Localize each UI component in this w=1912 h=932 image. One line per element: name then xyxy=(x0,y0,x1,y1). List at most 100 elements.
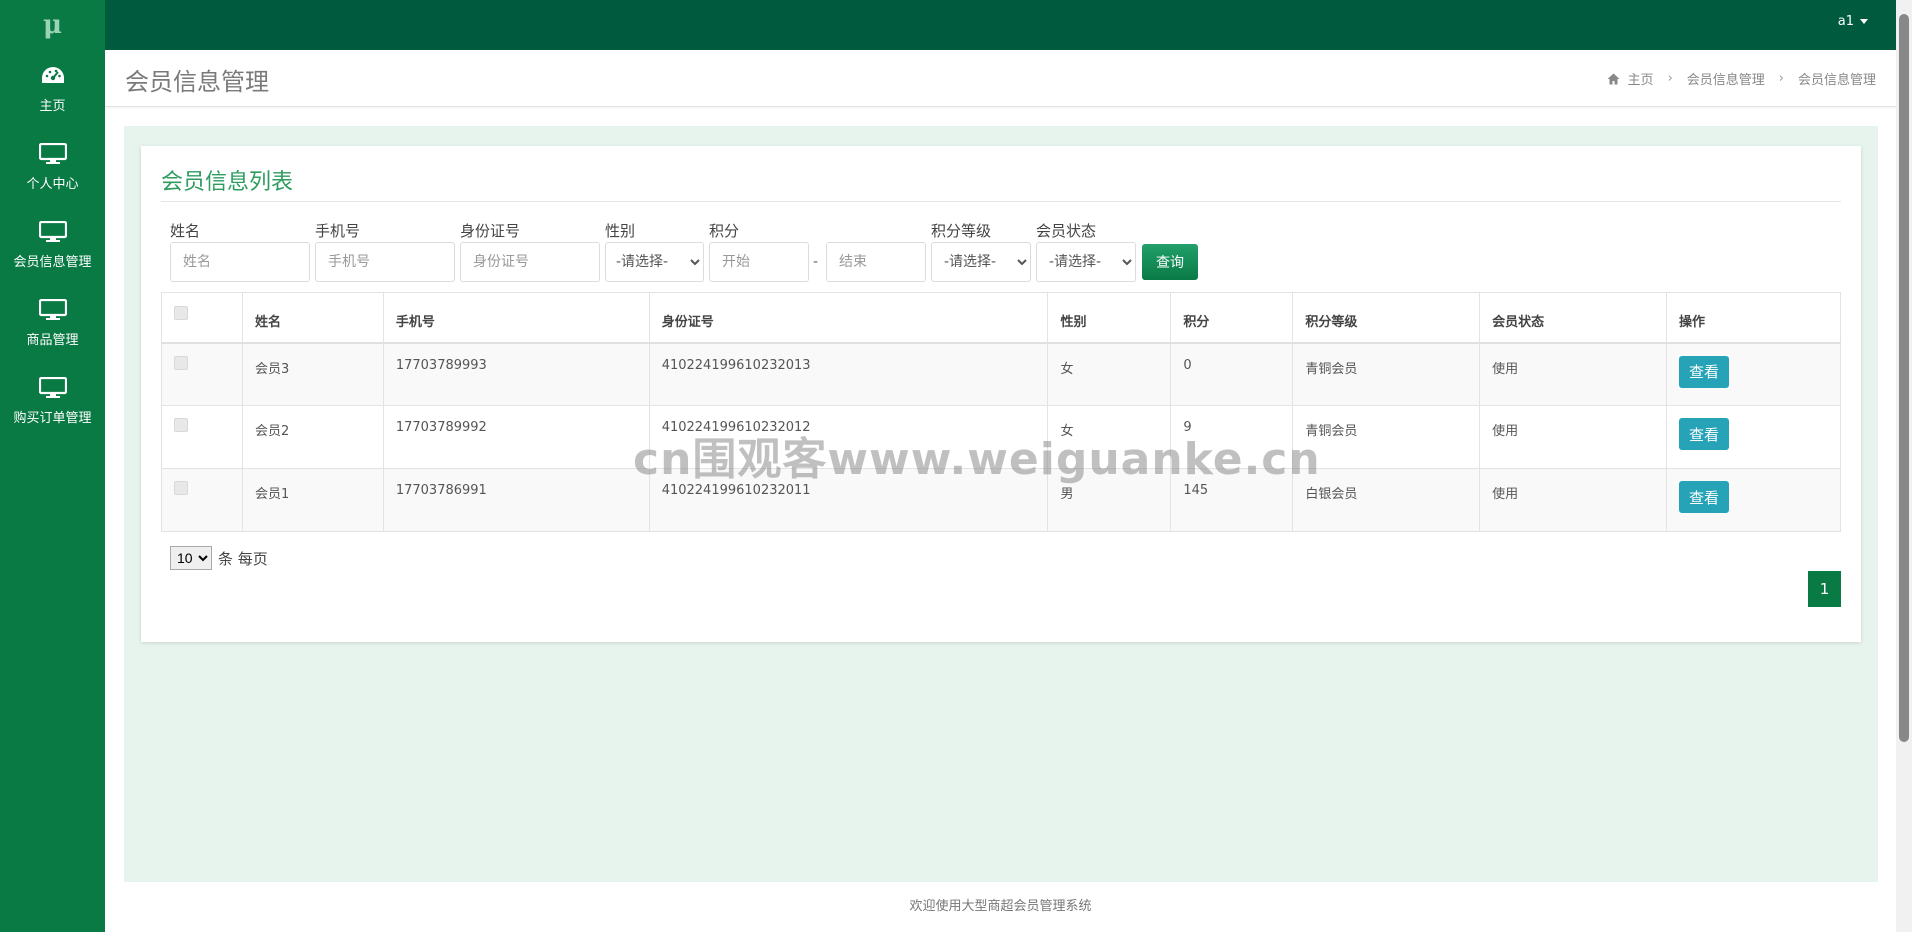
filter-points-start: 积分 xyxy=(709,220,809,282)
page-size-label: 条 每页 xyxy=(218,549,268,568)
status-select[interactable]: -请选择- xyxy=(1036,242,1136,282)
cell-phone: 17703789992 xyxy=(382,405,650,469)
cell-name: 会员1 xyxy=(241,468,384,532)
phone-input[interactable] xyxy=(315,242,455,282)
column-header[interactable]: 手机号 xyxy=(382,292,650,344)
monitor-icon xyxy=(38,142,67,164)
cell-points: 145 xyxy=(1170,468,1294,532)
cell-points: 9 xyxy=(1170,405,1294,469)
filter-idcard-label: 身份证号 xyxy=(460,222,521,240)
monitor-icon xyxy=(38,376,67,398)
sidebar-item-label: 商品管理 xyxy=(26,332,79,348)
sidebar-item-home[interactable]: 主页 xyxy=(0,50,105,128)
cell-name: 会员2 xyxy=(241,405,384,469)
view-button[interactable]: 查看 xyxy=(1679,481,1730,513)
cell-level: 青铜会员 xyxy=(1292,405,1481,469)
column-header[interactable]: 会员状态 xyxy=(1479,292,1668,344)
filter-name: 姓名 xyxy=(170,220,310,282)
card-title: 会员信息列表 xyxy=(161,170,294,195)
sidebar-item-label: 会员信息管理 xyxy=(13,254,92,270)
sidebar-item-label: 主页 xyxy=(39,98,66,114)
chevron-right-icon: › xyxy=(1667,71,1673,86)
breadcrumb-current: 会员信息管理 xyxy=(1797,73,1876,88)
page-size-control: 10 条 每页 xyxy=(170,546,268,570)
home-icon xyxy=(1607,73,1620,84)
breadcrumb-home[interactable]: 主页 xyxy=(1628,69,1654,88)
cell-level: 青铜会员 xyxy=(1292,342,1481,406)
sidebar-item-products[interactable]: 商品管理 xyxy=(0,284,105,362)
vertical-scrollbar[interactable] xyxy=(1896,0,1912,932)
gender-select[interactable]: -请选择- xyxy=(605,242,704,282)
sidebar-item-label: 购买订单管理 xyxy=(13,410,92,426)
column-header[interactable]: 积分 xyxy=(1170,292,1294,344)
level-select[interactable]: -请选择- xyxy=(931,242,1031,282)
monitor-icon xyxy=(38,220,67,242)
filter-points-end xyxy=(826,220,926,282)
page-title: 会员信息管理 xyxy=(125,68,269,96)
filter-points-label: 积分 xyxy=(709,222,740,240)
select-all-cell xyxy=(161,292,243,344)
sidebar-item-profile[interactable]: 个人中心 xyxy=(0,128,105,206)
filter-level: 积分等级 -请选择- xyxy=(931,220,1031,282)
scrollbar-thumb[interactable] xyxy=(1899,14,1909,742)
cell-phone: 17703789993 xyxy=(382,342,650,406)
filter-name-label: 姓名 xyxy=(170,222,201,240)
dashboard-icon xyxy=(41,66,64,83)
points-start-input[interactable] xyxy=(709,242,809,282)
column-header: 操作 xyxy=(1666,292,1841,344)
breadcrumb-section[interactable]: 会员信息管理 xyxy=(1687,69,1765,88)
user-name: a1 xyxy=(1837,14,1854,29)
row-checkbox[interactable] xyxy=(174,481,188,495)
logo: μ xyxy=(42,10,63,40)
pagination-page-1[interactable]: 1 xyxy=(1808,571,1841,607)
divider xyxy=(161,201,1841,202)
cell-gender: 女 xyxy=(1047,405,1172,469)
sidebar-item-members[interactable]: 会员信息管理 xyxy=(0,206,105,284)
page-size-select[interactable]: 10 xyxy=(170,546,212,570)
cell-status: 使用 xyxy=(1479,468,1668,532)
search-button[interactable]: 查询 xyxy=(1142,244,1198,280)
idcard-input[interactable] xyxy=(460,242,600,282)
column-header[interactable]: 身份证号 xyxy=(648,292,1049,344)
sidebar-item-label: 个人中心 xyxy=(26,176,79,192)
cell-action: 查看 xyxy=(1666,468,1841,532)
page-header: 会员信息管理 主页 › 会员信息管理 › 会员信息管理 xyxy=(105,50,1896,107)
row-select-cell xyxy=(161,342,243,406)
cell-points: 0 xyxy=(1170,342,1294,406)
column-header[interactable]: 性别 xyxy=(1047,292,1172,344)
filter-gender-label: 性别 xyxy=(605,222,636,240)
footer: 欢迎使用大型商超会员管理系统 xyxy=(105,882,1896,932)
points-end-input[interactable] xyxy=(826,242,926,282)
filter-phone: 手机号 xyxy=(315,220,455,282)
filter-phone-label: 手机号 xyxy=(315,222,361,240)
sidebar: μ 主页 个人中心 会员信息管理 商品管理 购买订单管理 xyxy=(0,0,105,932)
row-checkbox[interactable] xyxy=(174,355,188,370)
column-header[interactable]: 积分等级 xyxy=(1292,292,1481,344)
view-button[interactable]: 查看 xyxy=(1679,418,1730,450)
filter-points-end-spacer xyxy=(826,220,926,240)
row-checkbox[interactable] xyxy=(174,418,188,432)
table-row: 会员2 17703789992 410224199610232012 女 9 青… xyxy=(161,405,1841,469)
cell-name: 会员3 xyxy=(241,342,384,406)
sidebar-item-orders[interactable]: 购买订单管理 xyxy=(0,362,105,440)
breadcrumb: 主页 › 会员信息管理 › 会员信息管理 xyxy=(1607,69,1876,88)
cell-gender: 女 xyxy=(1047,342,1172,406)
filter-status: 会员状态 -请选择- xyxy=(1036,220,1136,282)
row-select-cell xyxy=(161,468,243,532)
monitor-icon xyxy=(38,298,67,320)
view-button[interactable]: 查看 xyxy=(1679,355,1730,388)
cell-level: 白银会员 xyxy=(1292,468,1481,532)
cell-phone: 17703786991 xyxy=(382,468,650,532)
topbar: a1 xyxy=(105,0,1912,50)
member-list-card: 会员信息列表 姓名 手机号 身份证号 性别 -请选择- 积分 - 积分等级 -请… xyxy=(141,146,1861,642)
cell-idcard: 410224199610232012 xyxy=(648,405,1049,469)
column-header[interactable]: 姓名 xyxy=(241,292,384,344)
user-menu[interactable]: a1 xyxy=(1838,14,1868,29)
cell-action: 查看 xyxy=(1666,405,1841,469)
filter-level-label: 积分等级 xyxy=(931,222,992,240)
name-input[interactable] xyxy=(170,242,310,282)
select-all-checkbox[interactable] xyxy=(174,306,188,320)
table-header-row: 姓名 手机号 身份证号 性别 积分 积分等级 会员状态 操作 xyxy=(161,292,1841,344)
table-row: 会员3 17703789993 410224199610232013 女 0 青… xyxy=(161,342,1841,406)
filter-idcard: 身份证号 xyxy=(460,220,600,282)
